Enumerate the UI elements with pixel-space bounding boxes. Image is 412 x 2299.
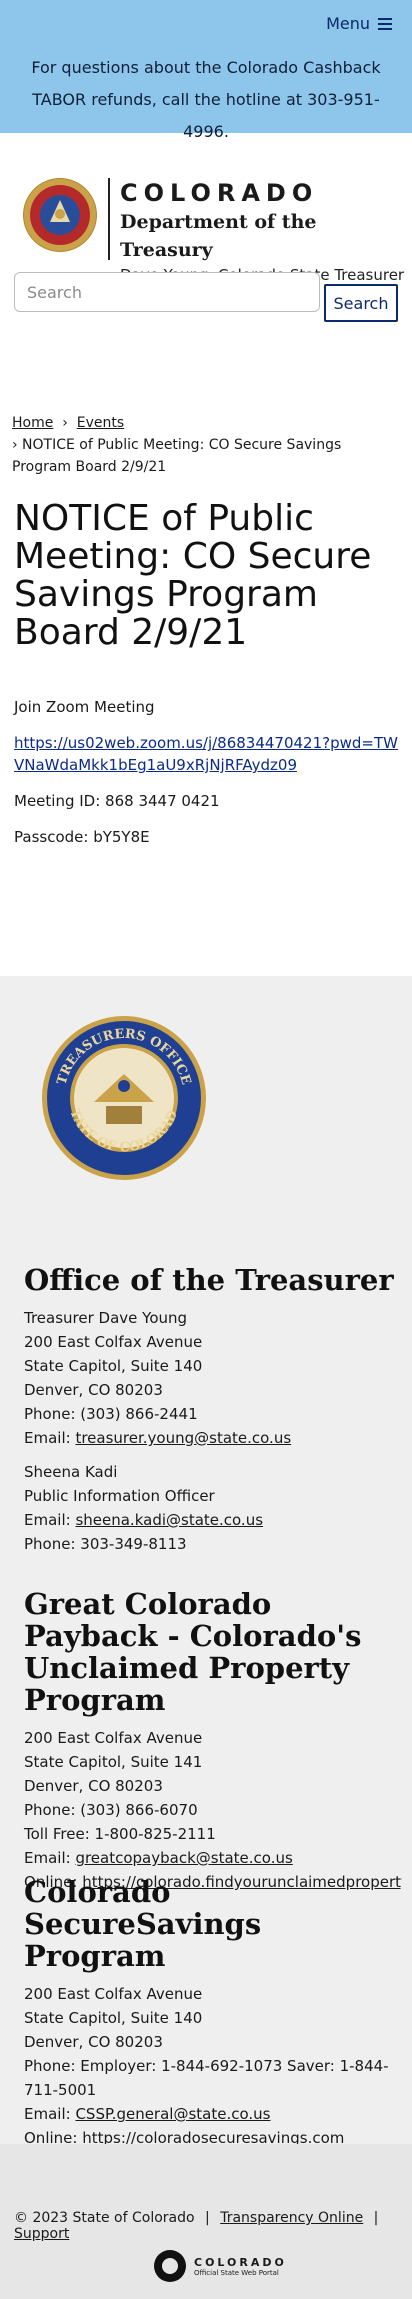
passcode: Passcode: bY5Y8E — [14, 828, 150, 846]
separator: | — [205, 2210, 210, 2226]
breadcrumb-events[interactable]: Events — [77, 415, 124, 431]
menu-label: Menu — [326, 14, 370, 33]
securesavings-line: 200 East Colfax Avenue — [24, 1985, 203, 2003]
treasurer-line: Denver, CO 80203 — [24, 1381, 163, 1399]
contact-phone: Phone: 303-349-8113 — [24, 1535, 187, 1553]
payback-email-line: Email: greatcopayback@state.co.us — [24, 1846, 402, 1870]
transparency-link[interactable]: Transparency Online — [220, 2210, 363, 2226]
brand-block[interactable]: COLORADO Department of the Treasury Dave… — [108, 178, 412, 284]
portal-text: COLORADO Official State Web Portal — [194, 2256, 287, 2277]
email-label: Email: — [24, 1849, 76, 1867]
separator: | — [373, 2210, 379, 2226]
payback-line: Toll Free: 1-800-825-2111 — [24, 1825, 216, 1843]
payback-section: Great Colorado Payback - Colorado's Uncl… — [24, 1588, 402, 1894]
alert-banner: Menu For questions about the Colorado Ca… — [0, 0, 412, 141]
brand-department: Department of the Treasury — [120, 211, 317, 261]
contact-email-link[interactable]: sheena.kadi@state.co.us — [75, 1511, 263, 1529]
main-content: NOTICE of Public Meeting: CO Secure Savi… — [14, 500, 398, 848]
alert-text: For questions about the Colorado Cashbac… — [31, 58, 381, 141]
breadcrumb: Home › Events › NOTICE of Public Meeting… — [12, 412, 400, 478]
contact-email-line: Email: sheena.kadi@state.co.us — [24, 1508, 402, 1532]
zoom-link[interactable]: https://us02web.zoom.us/j/86834470421?pw… — [14, 734, 398, 774]
securesavings-phone: Phone: Employer: 1-844-692-1073 Saver: 1… — [24, 2057, 389, 2099]
treasurer-line: Phone: (303) 866-2441 — [24, 1405, 198, 1423]
securesavings-line: Denver, CO 80203 — [24, 2033, 163, 2051]
site-footer: TREASURERS OFFICE STATE OF COLORADO Offi… — [0, 976, 412, 2147]
payback-line: Phone: (303) 866-6070 — [24, 1801, 198, 1819]
portal-title: COLORADO — [194, 2255, 287, 2269]
payback-line: State Capitol, Suite 141 — [24, 1753, 203, 1771]
search-form: Search — [14, 272, 398, 322]
colorado-portal-icon — [154, 2250, 186, 2282]
portal-subtitle: Official State Web Portal — [194, 2268, 279, 2277]
securesavings-email-line: Email: CSSP.general@state.co.us — [24, 2102, 402, 2126]
securesavings-email-link[interactable]: CSSP.general@state.co.us — [75, 2105, 270, 2123]
email-label: Email: — [24, 1511, 76, 1529]
treasurers-office-seal-icon: TREASURERS OFFICE STATE OF COLORADO — [40, 1014, 206, 1180]
treasurer-email-line: Email: treasurer.young@state.co.us — [24, 1426, 402, 1450]
search-button[interactable]: Search — [324, 284, 398, 322]
contact-title: Public Information Officer — [24, 1487, 215, 1505]
copyright: © 2023 State of Colorado — [14, 2210, 195, 2226]
hamburger-icon — [378, 17, 392, 30]
payback-line: Denver, CO 80203 — [24, 1777, 163, 1795]
payback-line: 200 East Colfax Avenue — [24, 1729, 203, 1747]
treasurer-heading: Office of the Treasurer — [24, 1263, 394, 1297]
breadcrumb-home[interactable]: Home — [12, 415, 53, 431]
securesavings-heading: Colorado SecureSavings Program — [24, 1875, 262, 1973]
support-link[interactable]: Support — [14, 2226, 69, 2242]
bottom-bar: © 2023 State of Colorado | Transparency … — [0, 2144, 412, 2299]
page-title: NOTICE of Public Meeting: CO Secure Savi… — [14, 498, 372, 653]
treasurer-line: State Capitol, Suite 140 — [24, 1357, 203, 1375]
search-input[interactable] — [14, 272, 320, 312]
securesavings-section: Colorado SecureSavings Program 200 East … — [24, 1876, 402, 2150]
payback-heading: Great Colorado Payback - Colorado's Uncl… — [24, 1587, 362, 1717]
treasurer-line: 200 East Colfax Avenue — [24, 1333, 203, 1351]
join-text: Join Zoom Meeting — [14, 698, 155, 716]
brand-state: COLORADO — [120, 179, 319, 207]
email-label: Email: — [24, 1429, 76, 1447]
contact-name: Sheena Kadi — [24, 1463, 118, 1481]
colorado-seal-icon[interactable] — [23, 178, 97, 252]
treasurer-section: Office of the Treasurer Treasurer Dave Y… — [24, 1264, 402, 1556]
breadcrumb-sep: › — [57, 415, 73, 431]
treasurer-email-link[interactable]: treasurer.young@state.co.us — [75, 1429, 291, 1447]
email-label: Email: — [24, 2105, 76, 2123]
bottom-links: © 2023 State of Colorado | Transparency … — [14, 2210, 412, 2242]
treasurer-line: Treasurer Dave Young — [24, 1309, 188, 1327]
securesavings-line: State Capitol, Suite 140 — [24, 2009, 203, 2027]
breadcrumb-current: › NOTICE of Public Meeting: CO Secure Sa… — [12, 437, 342, 475]
state-portal-logo[interactable]: COLORADO Official State Web Portal — [154, 2250, 287, 2282]
meeting-id: Meeting ID: 868 3447 0421 — [14, 792, 220, 810]
menu-button[interactable]: Menu — [326, 14, 392, 33]
payback-email-link[interactable]: greatcopayback@state.co.us — [75, 1849, 292, 1867]
